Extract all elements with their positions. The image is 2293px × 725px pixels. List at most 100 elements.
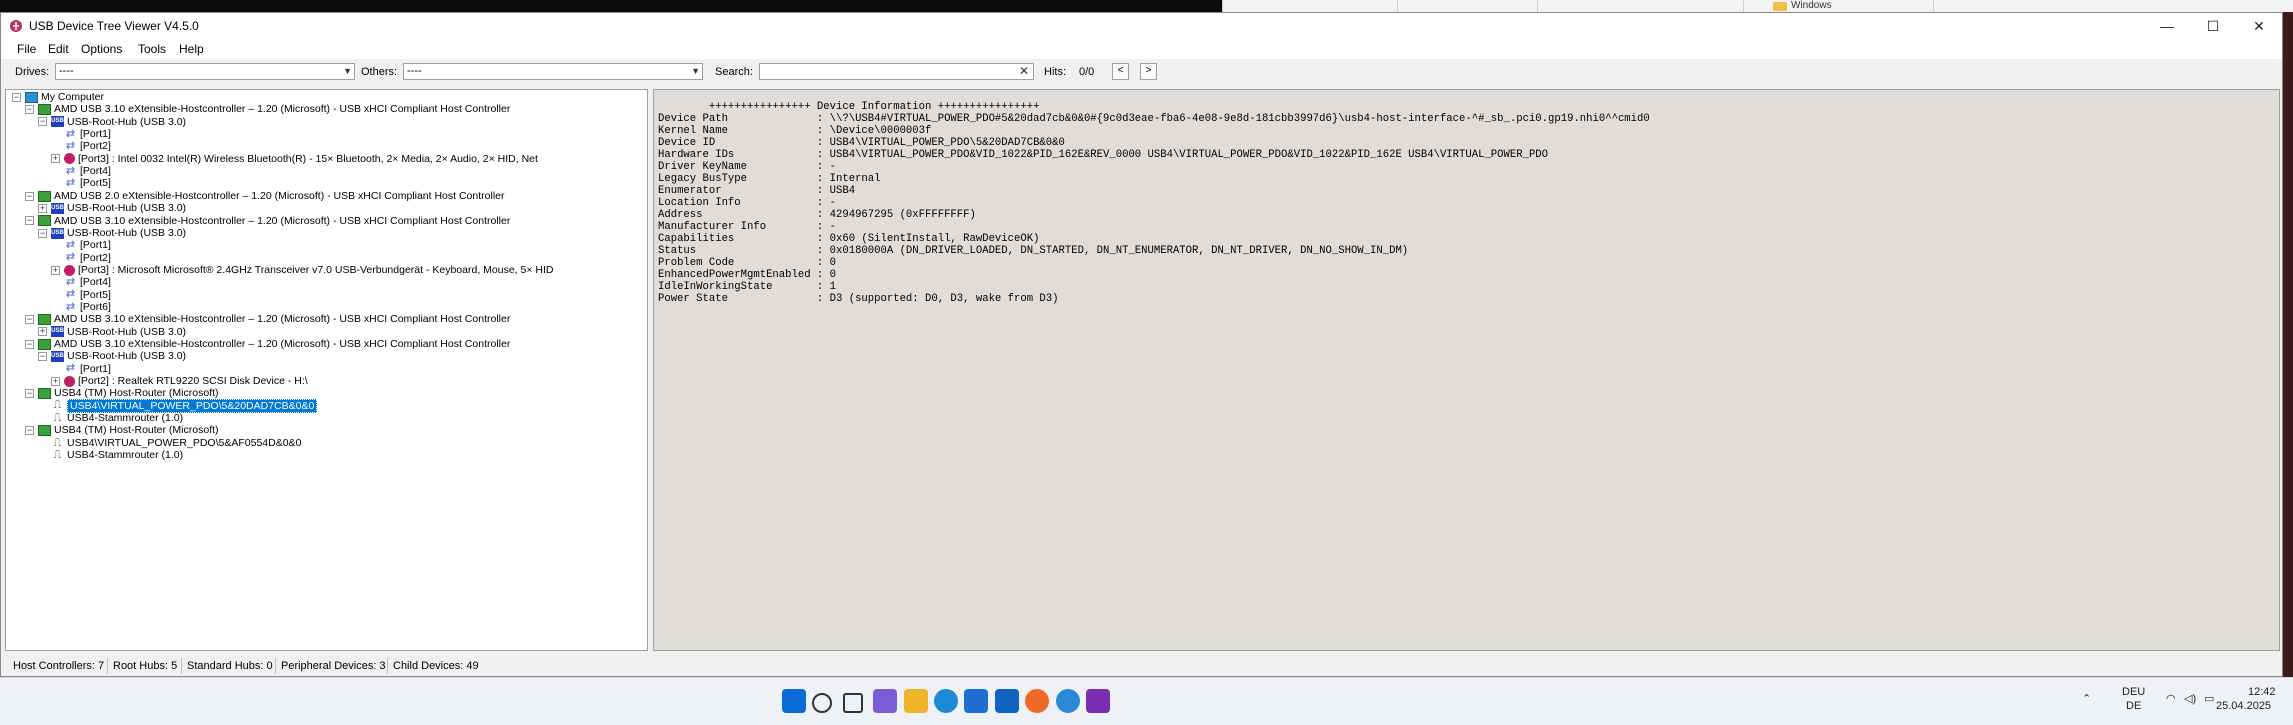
expand-toggle-icon[interactable]: + [51,376,60,386]
tree-node-label[interactable]: USB-Root-Hub (USB 3.0) [67,227,186,239]
tree-node[interactable]: − USB USB-Root-Hub (USB 3.0) [38,116,186,129]
device-info-pane[interactable]: ++++++++++++++++ Device Information ++++… [653,89,2280,651]
tree-node[interactable]: − AMD USB 3.10 eXtensible-Hostcontroller … [25,103,510,116]
edge-icon[interactable] [934,689,958,713]
tree-node[interactable]: ⎍ USB4\VIRTUAL_POWER_PDO\5&20DAD7CB&0&0 [38,398,318,413]
collapse-toggle-icon[interactable]: − [25,191,34,201]
expand-toggle-icon[interactable]: + [51,265,60,275]
next-hit-button[interactable]: > [1140,63,1157,80]
collapse-toggle-icon[interactable]: − [25,339,34,349]
tree-node-label[interactable]: AMD USB 3.10 eXtensible-Hostcontroller –… [54,338,510,350]
collapse-toggle-icon[interactable]: − [38,352,47,362]
volume-icon[interactable]: ◁) [2184,692,2196,705]
device-tree[interactable]: − My Computer − AMD USB 3.10 eXtensible-Hos… [5,89,648,651]
tree-node-label[interactable]: [Port1] [80,128,111,140]
tree-node[interactable]: + [Port3] : Intel 0032 Intel(R) Wireless … [51,153,538,166]
copilot-icon[interactable] [873,689,898,713]
tree-node-label[interactable]: My Computer [41,91,104,103]
tree-node-label[interactable]: [Port4] [80,276,111,288]
tree-node-label[interactable]: [Port1] [80,363,111,375]
tree-node-label[interactable]: USB4-Stammrouter (1.0) [67,412,183,424]
tree-node[interactable]: ⎍ USB4-Stammrouter (1.0) [38,449,183,462]
tree-node[interactable]: + USB USB-Root-Hub (USB 3.0) [38,326,186,339]
tree-node-label[interactable]: AMD USB 2.0 eXtensible-Hostcontroller – … [54,190,505,202]
expand-toggle-icon[interactable]: + [38,327,47,337]
tree-node-label[interactable]: [Port2] [80,252,111,264]
tree-node[interactable]: ⇄ [Port2] [51,140,111,153]
tree-node-label[interactable]: USB4-Stammrouter (1.0) [67,449,183,461]
tree-node[interactable]: ⇄ [Port1] [51,128,111,141]
search-input[interactable]: ✕ [759,63,1034,80]
tray-overflow-chevron-icon[interactable]: ⌃ [2082,692,2091,705]
drives-combo[interactable]: ---- ▼ [55,63,355,80]
tree-node[interactable]: − USB USB-Root-Hub (USB 3.0) [38,227,186,240]
start-icon[interactable] [782,689,806,713]
tree-node-label[interactable]: USB-Root-Hub (USB 3.0) [67,326,186,338]
tree-node[interactable]: + USB USB-Root-Hub (USB 3.0) [38,202,186,215]
firefox-icon[interactable] [1025,689,1050,713]
clock-time[interactable]: 12:42 [2248,686,2276,698]
tree-node-label[interactable]: [Port5] [80,289,111,301]
tree-node-label[interactable]: AMD USB 3.10 eXtensible-Hostcontroller –… [54,215,510,227]
tree-node[interactable]: − USB4 (TM) Host-Router (Microsoft) [25,424,219,437]
file-explorer-icon[interactable] [903,689,928,713]
tree-node-label[interactable]: [Port6] [80,301,111,313]
tree-node[interactable]: ⇄ [Port5] [51,177,111,190]
tree-node[interactable]: − My Computer [12,91,104,104]
background-window[interactable]: Windows [1222,0,2293,12]
tree-node[interactable]: + [Port2] : Realtek RTL9220 SCSI Disk Dev… [51,375,308,388]
collapse-toggle-icon[interactable]: − [38,228,47,238]
tree-node-label[interactable]: [Port4] [80,165,111,177]
menu-edit[interactable]: Edit [48,42,69,56]
minimize-button[interactable]: — [2144,13,2190,39]
tree-node-label[interactable]: [Port1] [80,239,111,251]
language-top[interactable]: DEU [2122,686,2145,698]
expand-toggle-icon[interactable]: + [51,154,60,164]
tree-node-label[interactable]: [Port5] [80,177,111,189]
tree-node-label[interactable]: USB4\VIRTUAL_POWER_PDO\5&AF0554D&0&0 [67,437,301,449]
collapse-toggle-icon[interactable]: − [25,389,34,399]
tree-node-label[interactable]: USB-Root-Hub (USB 3.0) [67,116,186,128]
collapse-toggle-icon[interactable]: − [25,315,34,325]
store-icon[interactable] [964,689,989,713]
tree-node[interactable]: ⇄ [Port2] [51,252,111,265]
tree-node-label[interactable]: [Port2] [80,140,111,152]
previous-hit-button[interactable]: < [1112,63,1129,80]
tree-node[interactable]: ⇄ [Port1] [51,239,111,252]
tree-node[interactable]: ⇄ [Port6] [51,301,111,314]
tree-node-label[interactable]: AMD USB 3.10 eXtensible-Hostcontroller –… [54,313,510,325]
tree-node[interactable]: ⇄ [Port4] [51,276,111,289]
language-bottom[interactable]: DE [2126,700,2141,712]
expand-toggle-icon[interactable]: + [38,203,47,213]
collapse-toggle-icon[interactable]: − [25,216,34,226]
collapse-toggle-icon[interactable]: − [38,117,47,127]
collapse-toggle-icon[interactable]: − [25,426,34,436]
menu-help[interactable]: Help [179,42,204,56]
tree-node-label[interactable]: [Port3] : Microsoft Microsoft® 2.4GHz Tr… [78,264,553,276]
tree-node-label[interactable]: [Port2] : Realtek RTL9220 SCSI Disk Devi… [78,375,308,387]
tree-node-label[interactable]: [Port3] : Intel 0032 Intel(R) Wireless B… [78,153,538,165]
tree-node-label[interactable]: USB-Root-Hub (USB 3.0) [67,202,186,214]
menu-tools[interactable]: Tools [138,42,166,56]
clock-date[interactable]: 25.04.2025 [2216,700,2271,712]
tree-node[interactable]: ⇄ [Port1] [51,363,111,376]
wifi-icon[interactable]: ◠ [2166,692,2176,705]
tree-node-label[interactable]: USB-Root-Hub (USB 3.0) [67,350,186,362]
tree-node[interactable]: − AMD USB 3.10 eXtensible-Hostcontroller … [25,215,510,228]
collapse-toggle-icon[interactable]: − [12,92,21,102]
menu-options[interactable]: Options [81,42,122,56]
tree-node[interactable]: − USB USB-Root-Hub (USB 3.0) [38,350,186,363]
search-icon[interactable] [812,693,833,713]
battery-icon[interactable]: ▭ [2204,692,2214,705]
title-bar[interactable]: USB Device Tree Viewer V4.5.0 — ☐ ✕ [1,13,2282,39]
outlook-icon[interactable] [994,689,1019,713]
close-button[interactable]: ✕ [2236,13,2282,39]
task-view-icon[interactable] [842,693,863,713]
tree-node[interactable]: ⇄ [Port5] [51,289,111,302]
usb-tree-viewer-icon[interactable] [1086,689,1110,713]
tree-node[interactable]: ⇄ [Port4] [51,165,111,178]
clear-icon[interactable]: ✕ [1019,64,1029,79]
tree-node[interactable]: ⎍ USB4-Stammrouter (1.0) [38,412,183,425]
maximize-button[interactable]: ☐ [2190,13,2236,39]
tree-node-label[interactable]: AMD USB 3.10 eXtensible-Hostcontroller –… [54,103,510,115]
